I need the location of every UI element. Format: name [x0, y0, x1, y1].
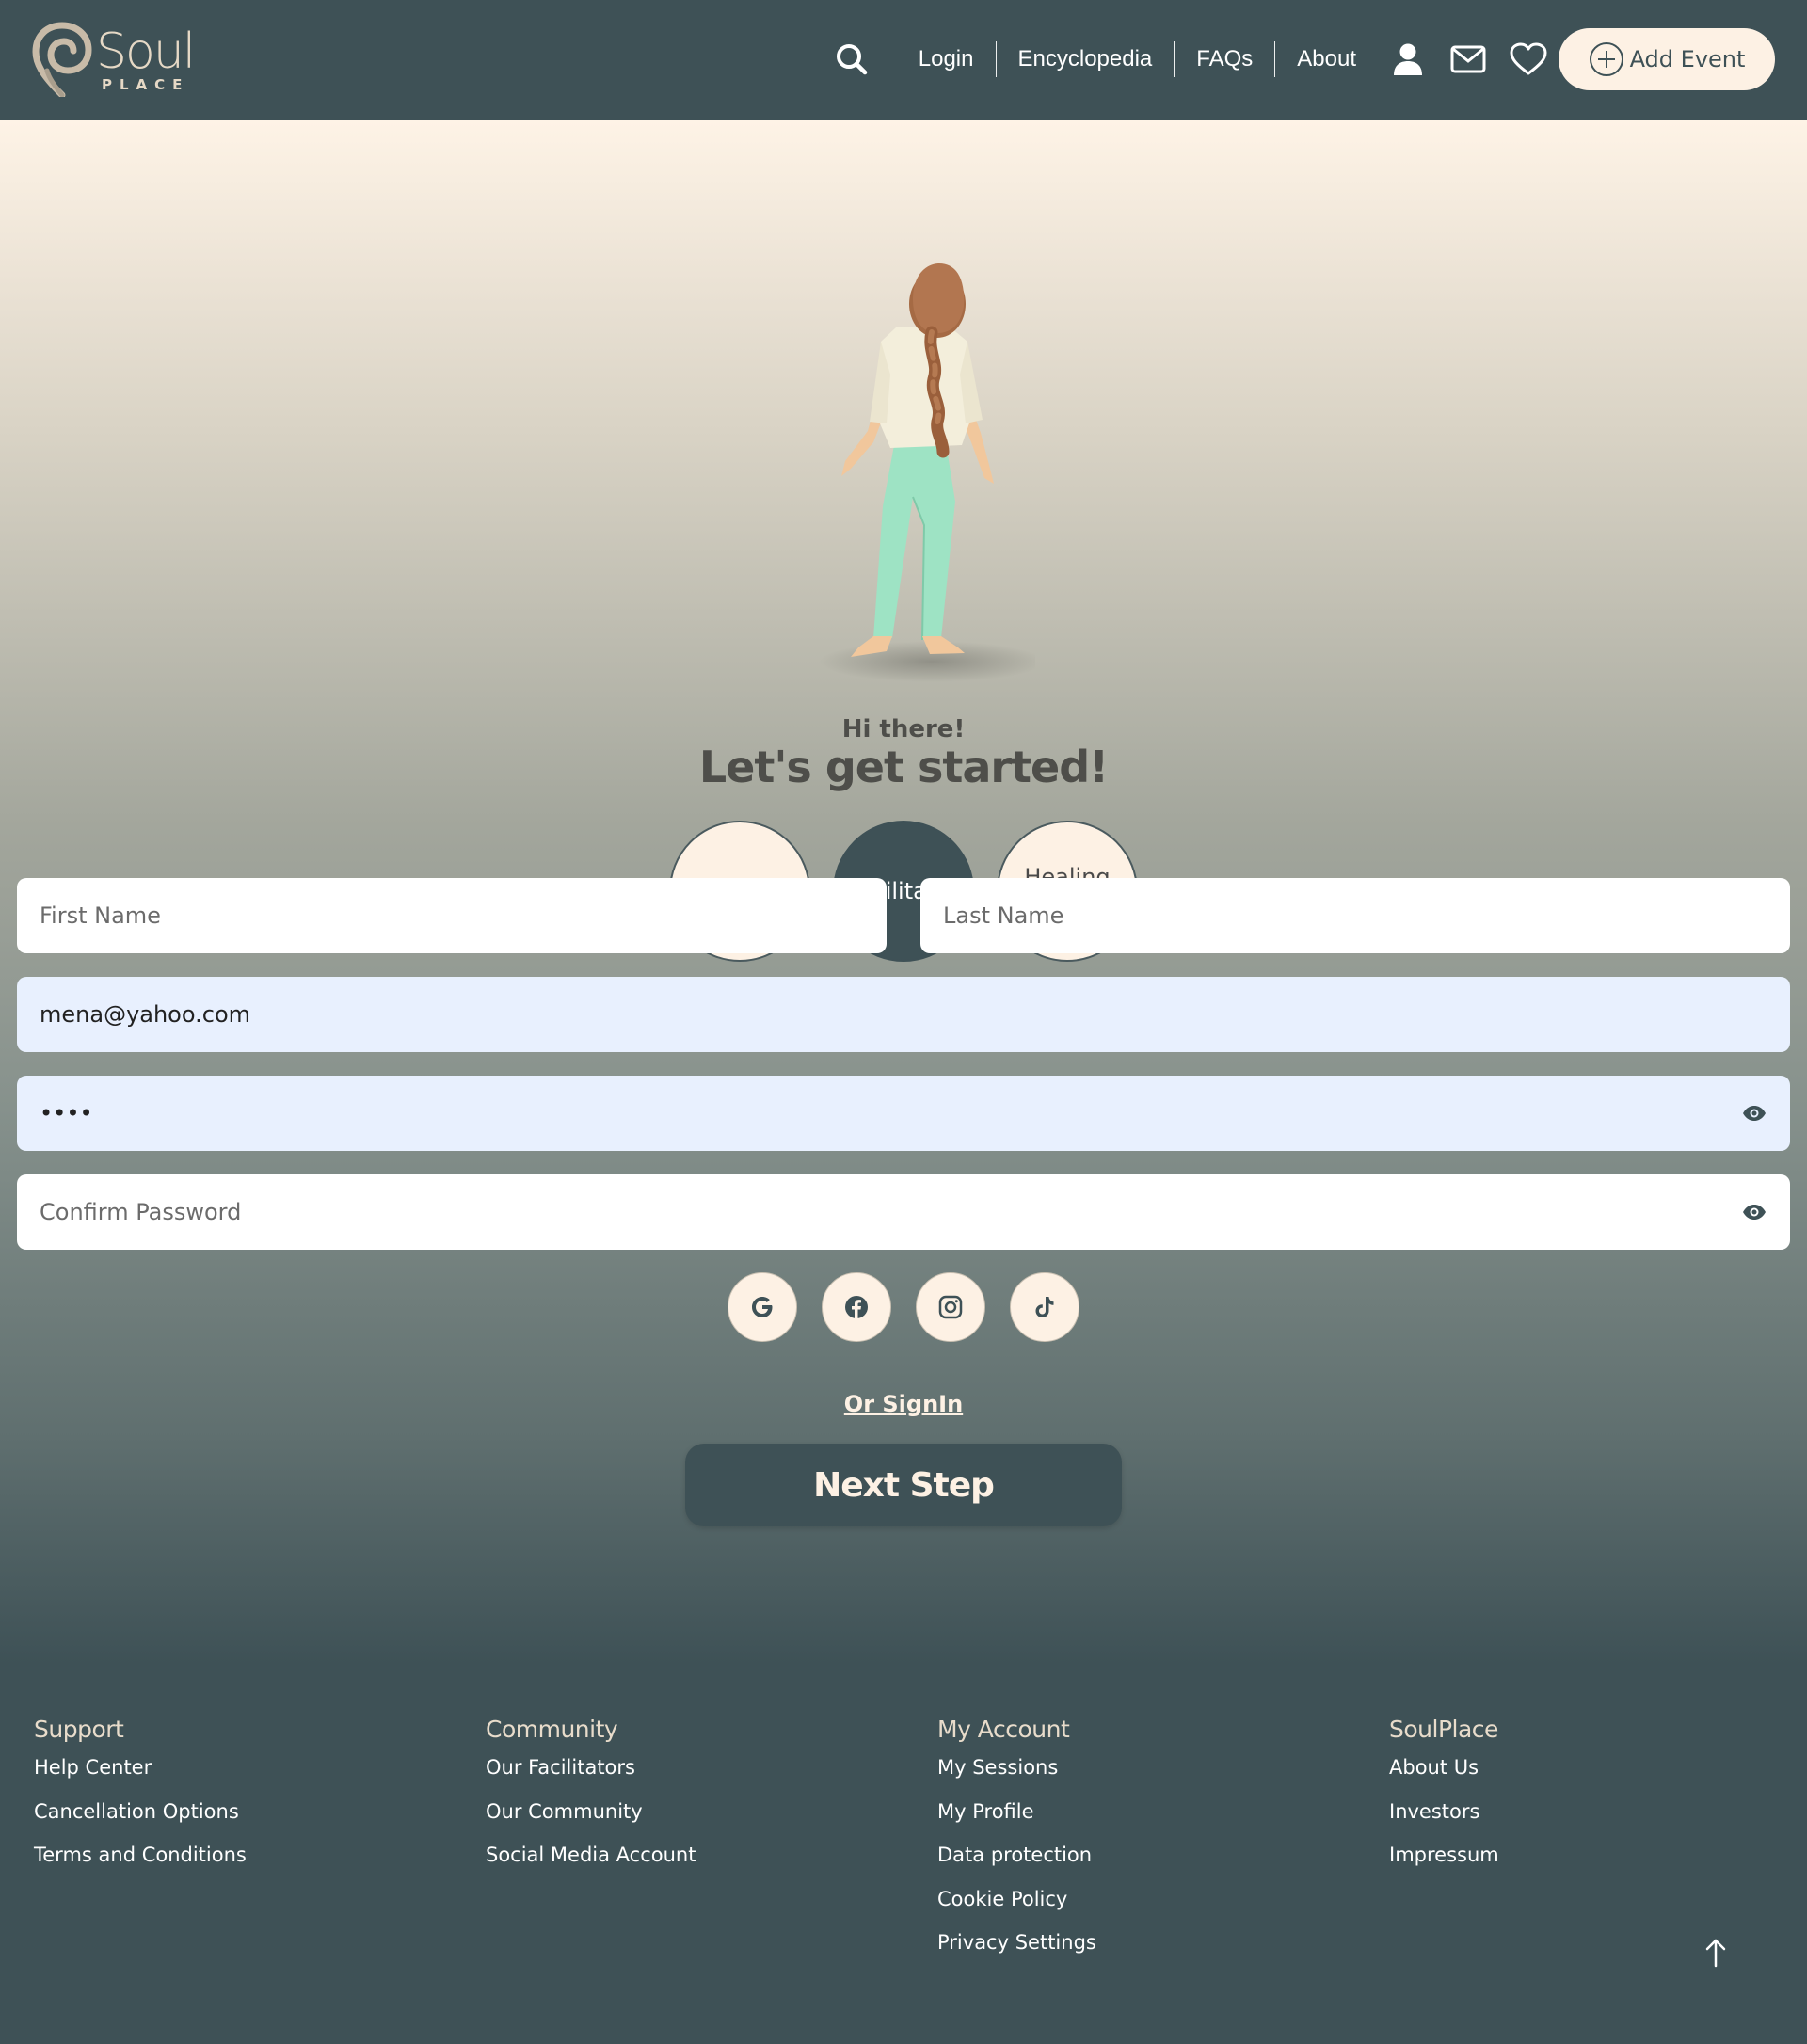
- main-nav: Login Encyclopedia FAQs About Add Event: [833, 28, 1775, 90]
- footer-link-cookie-policy[interactable]: Cookie Policy: [937, 1888, 1096, 1910]
- logo-wordmark: Soul PLACE: [96, 22, 196, 97]
- footer-column-soulplace: SoulPlace About Us Investors Impressum: [1389, 1716, 1499, 1888]
- footer-link-our-community[interactable]: Our Community: [486, 1800, 696, 1823]
- google-icon[interactable]: [728, 1272, 797, 1342]
- footer-link-terms[interactable]: Terms and Conditions: [34, 1844, 247, 1866]
- footer-link-impressum[interactable]: Impressum: [1389, 1844, 1499, 1866]
- facebook-icon[interactable]: [822, 1272, 891, 1342]
- logo-soul-text: Soul: [96, 24, 196, 80]
- instagram-icon[interactable]: [916, 1272, 985, 1342]
- user-icon[interactable]: [1389, 40, 1427, 78]
- footer-column-my-account: My Account My Sessions My Profile Data p…: [937, 1716, 1096, 1975]
- confirm-password-field: [17, 1174, 1790, 1250]
- password-input[interactable]: [40, 1100, 1741, 1126]
- search-icon[interactable]: [833, 40, 871, 78]
- nav-divider: [995, 41, 997, 77]
- footer-heading: My Account: [937, 1716, 1070, 1743]
- site-footer: Support Help Center Cancellation Options…: [0, 1664, 1807, 2044]
- scroll-to-top-arrow-icon[interactable]: [1702, 1934, 1730, 1972]
- logo-place-text: PLACE: [102, 76, 190, 93]
- password-field: [17, 1076, 1790, 1151]
- footer-link-data-protection[interactable]: Data protection: [937, 1844, 1096, 1866]
- footer-link-my-sessions[interactable]: My Sessions: [937, 1756, 1096, 1779]
- footer-heading: SoulPlace: [1389, 1716, 1498, 1743]
- confirm-password-input[interactable]: [40, 1199, 1741, 1225]
- footer-link-privacy-settings[interactable]: Privacy Settings: [937, 1931, 1096, 1954]
- first-name-input[interactable]: [40, 902, 864, 929]
- or-signin-link[interactable]: Or SignIn: [0, 1391, 1807, 1417]
- email-field: [17, 977, 1790, 1052]
- tiktok-icon[interactable]: [1010, 1272, 1079, 1342]
- nav-faqs-link[interactable]: FAQs: [1175, 42, 1274, 76]
- nav-login-link[interactable]: Login: [897, 42, 996, 76]
- footer-link-cancellation-options[interactable]: Cancellation Options: [34, 1800, 247, 1823]
- first-name-field: [17, 878, 887, 953]
- footer-link-my-profile[interactable]: My Profile: [937, 1800, 1096, 1823]
- nav-divider: [1274, 41, 1276, 77]
- nav-divider: [1174, 41, 1175, 77]
- footer-link-our-facilitators[interactable]: Our Facilitators: [486, 1756, 696, 1779]
- show-confirm-password-eye-icon[interactable]: [1741, 1199, 1767, 1225]
- page-title: Let's get started!: [698, 742, 1109, 792]
- plus-circle-icon: [1589, 42, 1623, 76]
- heart-icon[interactable]: [1510, 40, 1547, 78]
- show-password-eye-icon[interactable]: [1741, 1100, 1767, 1126]
- soulplace-logo[interactable]: Soul PLACE: [32, 21, 196, 98]
- footer-heading: Community: [486, 1716, 618, 1743]
- nav-encyclopedia-link[interactable]: Encyclopedia: [997, 42, 1175, 76]
- last-name-field: [920, 878, 1790, 953]
- footer-column-community: Community Our Facilitators Our Community…: [486, 1716, 696, 1888]
- add-event-label: Add Event: [1629, 46, 1746, 72]
- last-name-input[interactable]: [943, 902, 1767, 929]
- footer-link-social-media-account[interactable]: Social Media Account: [486, 1844, 696, 1866]
- logo-swirl-icon: [32, 22, 92, 97]
- nav-about-link[interactable]: About: [1275, 42, 1378, 76]
- add-event-button[interactable]: Add Event: [1559, 28, 1775, 90]
- footer-link-about-us[interactable]: About Us: [1389, 1756, 1499, 1779]
- footer-column-support: Support Help Center Cancellation Options…: [34, 1716, 247, 1888]
- email-input[interactable]: [40, 1001, 1767, 1028]
- social-login-buttons: [0, 1272, 1807, 1342]
- mail-icon[interactable]: [1449, 40, 1487, 78]
- footer-heading: Support: [34, 1716, 124, 1743]
- footer-link-investors[interactable]: Investors: [1389, 1800, 1499, 1823]
- next-step-button[interactable]: Next Step: [685, 1444, 1122, 1526]
- greeting-text: Hi there!: [841, 715, 966, 743]
- site-header: Soul PLACE Login Encyclopedia FAQs About…: [0, 0, 1807, 120]
- footer-link-help-center[interactable]: Help Center: [34, 1756, 247, 1779]
- standing-woman-illustration: [819, 263, 1035, 682]
